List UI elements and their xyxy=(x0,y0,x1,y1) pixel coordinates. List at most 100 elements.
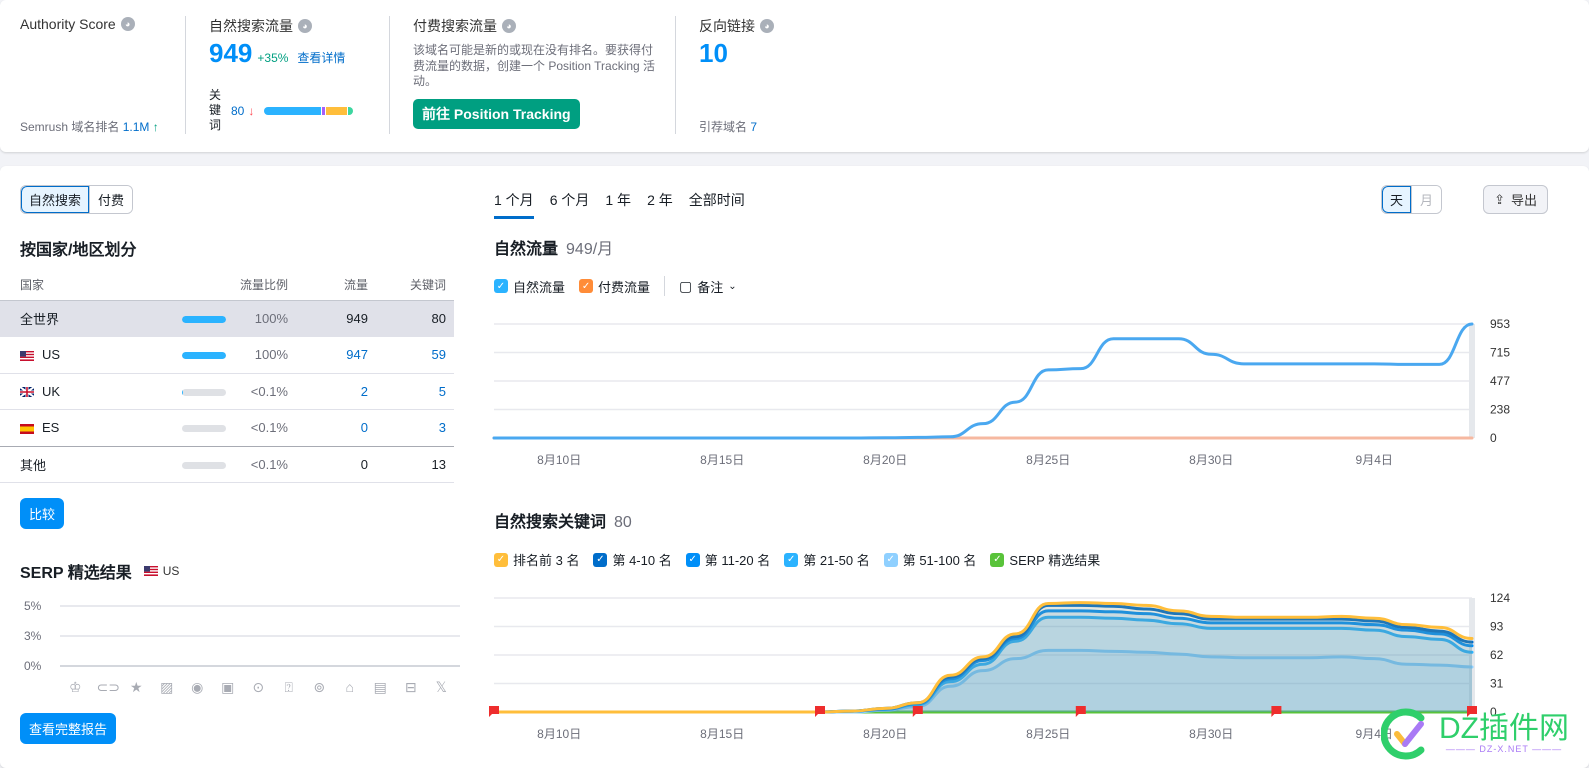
notes-dropdown[interactable]: ▢ 备注 ⌄ xyxy=(679,277,737,296)
traffic-cell[interactable]: 0 xyxy=(296,409,376,447)
semrush-rank-label: Semrush 域名排名 xyxy=(20,120,120,134)
keywords-cell[interactable]: 59 xyxy=(376,336,454,374)
location-icon[interactable]: ⊚ xyxy=(310,679,329,696)
info-icon[interactable]: ◕ xyxy=(120,17,135,31)
watermark: DZ插件网 ——— DZ-X.NET ——— xyxy=(1381,708,1569,760)
table-row[interactable]: UK <0.1% 2 5 xyxy=(0,373,454,410)
end-marker xyxy=(1469,324,1475,438)
legend-item[interactable]: ✓ 第 4-10 名 xyxy=(593,550,672,569)
arrow-up-icon: ↑ xyxy=(152,120,159,134)
checkbox-icon: ✓ xyxy=(883,552,898,567)
toggle-month[interactable]: 月 xyxy=(1410,186,1441,213)
jobs-icon[interactable]: ⊟ xyxy=(402,679,421,696)
legend-item[interactable]: ✓ 第 11-20 名 xyxy=(685,550,770,569)
keywords-cell[interactable]: 5 xyxy=(376,373,454,410)
table-row[interactable]: ES <0.1% 0 3 xyxy=(0,409,454,447)
note-flag-icon[interactable] xyxy=(489,706,499,717)
image-icon[interactable]: ▨ xyxy=(158,679,177,696)
backlinks-value[interactable]: 10 xyxy=(699,38,849,69)
export-button[interactable]: ⇪ 导出 xyxy=(1483,185,1548,214)
tab-1-month[interactable]: 1 个月 xyxy=(494,190,534,219)
keywords-value[interactable]: 80 xyxy=(231,104,244,118)
col-traffic-share: 流量比例 xyxy=(141,270,296,301)
legend-organic-traffic[interactable]: ✓ 自然流量 xyxy=(494,277,565,296)
serp-features-chart: 5% 3% 0% xyxy=(24,599,460,673)
es-flag-icon xyxy=(20,423,34,434)
share-bar xyxy=(182,461,226,469)
referring-domains-label: 引荐域名 xyxy=(699,120,748,134)
view-details-link[interactable]: 查看详情 xyxy=(297,49,345,66)
col-keywords: 关键词 xyxy=(376,270,454,301)
backlinks-widget: 反向链接 ◕ 10 引荐域名 7 xyxy=(699,16,849,136)
table-row[interactable]: US 100% 947 59 xyxy=(0,336,454,374)
toggle-day[interactable]: 天 xyxy=(1381,186,1411,213)
info-icon[interactable]: ◕ xyxy=(502,19,516,33)
tab-2-years[interactable]: 2 年 xyxy=(647,190,673,219)
y-tick-label: 0 xyxy=(1490,431,1497,445)
upload-icon: ⇪ xyxy=(1494,191,1505,207)
organic-traffic-change: +35% xyxy=(257,51,289,65)
authority-score-title: Authority Score xyxy=(20,16,116,32)
us-flag-icon xyxy=(143,566,158,576)
referring-domains-value[interactable]: 7 xyxy=(750,120,757,134)
traffic-cell[interactable]: 947 xyxy=(296,336,376,374)
country-name: US xyxy=(42,347,61,363)
organic-keywords-chart-value: 80 xyxy=(614,514,632,531)
video-carousel-icon[interactable]: ▣ xyxy=(219,679,238,696)
note-flag-icon[interactable] xyxy=(815,706,825,717)
table-row[interactable]: 其他 <0.1% 0 13 xyxy=(0,446,454,483)
uk-flag-icon xyxy=(20,387,34,398)
info-icon[interactable]: ◕ xyxy=(760,19,774,33)
video-icon[interactable]: ◉ xyxy=(188,679,207,696)
share-text: <0.1% xyxy=(250,383,288,399)
tab-paid[interactable]: 付费 xyxy=(89,186,133,213)
y-tick-label: 31 xyxy=(1490,677,1504,691)
keywords-cell[interactable]: 3 xyxy=(376,409,454,447)
news-icon[interactable]: ▤ xyxy=(371,679,390,696)
play-icon[interactable]: ⊙ xyxy=(249,679,268,696)
tab-all-time[interactable]: 全部时间 xyxy=(689,190,745,219)
table-row[interactable]: 全世界 100% 949 80 xyxy=(0,300,454,337)
link-icon[interactable]: ⊂⊃ xyxy=(97,679,120,696)
comment-icon: ▢ xyxy=(679,277,693,294)
semrush-rank-value[interactable]: 1.1M xyxy=(123,120,150,134)
traffic-cell: 949 xyxy=(296,300,376,337)
checkbox-icon: ✓ xyxy=(494,552,508,567)
authority-score-widget: Authority Score ◕ Semrush 域名排名 1.1M ↑ xyxy=(20,16,170,136)
scholar-icon[interactable]: ⌂ xyxy=(341,679,360,696)
organic-traffic-value[interactable]: 949 xyxy=(209,38,252,69)
divider xyxy=(389,16,390,134)
tab-1-year[interactable]: 1 年 xyxy=(605,190,631,219)
keywords-label: 关键词 xyxy=(209,88,222,132)
go-position-tracking-button[interactable]: 前往 Position Tracking xyxy=(413,98,580,129)
crown-icon[interactable]: ♔ xyxy=(66,679,85,696)
note-flag-icon[interactable] xyxy=(1075,706,1086,717)
x-tick-label: 8月25日 xyxy=(1026,727,1070,741)
legend-item[interactable]: ✓ 排名前 3 名 xyxy=(494,550,579,569)
compare-button[interactable]: 比较 xyxy=(20,498,65,529)
info-icon[interactable]: ◕ xyxy=(298,19,312,33)
x-tick-label: 8月20日 xyxy=(863,727,907,741)
traffic-cell[interactable]: 2 xyxy=(296,373,376,410)
note-flag-icon[interactable] xyxy=(1271,706,1282,717)
legend-item[interactable]: ✓ 第 51-100 名 xyxy=(883,550,976,569)
legend-item[interactable]: ✓ SERP 精选结果 xyxy=(990,550,1100,569)
chevron-down-icon: ⌄ xyxy=(728,280,737,292)
x-icon[interactable]: 𝕏 xyxy=(432,679,451,696)
by-country-title: 按国家/地区划分 xyxy=(20,242,137,259)
tab-6-months[interactable]: 6 个月 xyxy=(550,190,590,219)
view-full-report-button[interactable]: 查看完整报告 xyxy=(20,713,117,744)
y-tick-label: 62 xyxy=(1490,648,1504,662)
tab-organic[interactable]: 自然搜索 xyxy=(21,186,90,213)
legend-item[interactable]: ✓ 第 21-50 名 xyxy=(784,550,870,569)
period-tabs: 1 个月 6 个月 1 年 2 年 全部时间 xyxy=(494,190,745,219)
faq-icon[interactable]: ⍰ xyxy=(280,679,299,696)
legend-paid-traffic[interactable]: ✓ 付费流量 xyxy=(579,277,650,296)
serp-ytick: 0% xyxy=(24,659,42,673)
note-flag-icon[interactable] xyxy=(912,706,923,717)
star-icon[interactable]: ★ xyxy=(127,679,146,696)
checkbox-icon: ✓ xyxy=(784,552,799,567)
x-tick-label: 8月15日 xyxy=(700,453,744,467)
paid-traffic-description: 该域名可能是新的或现在没有排名。要获得付费流量的数据，创建一个 Position… xyxy=(413,43,656,88)
country-cell: ES xyxy=(0,409,141,447)
